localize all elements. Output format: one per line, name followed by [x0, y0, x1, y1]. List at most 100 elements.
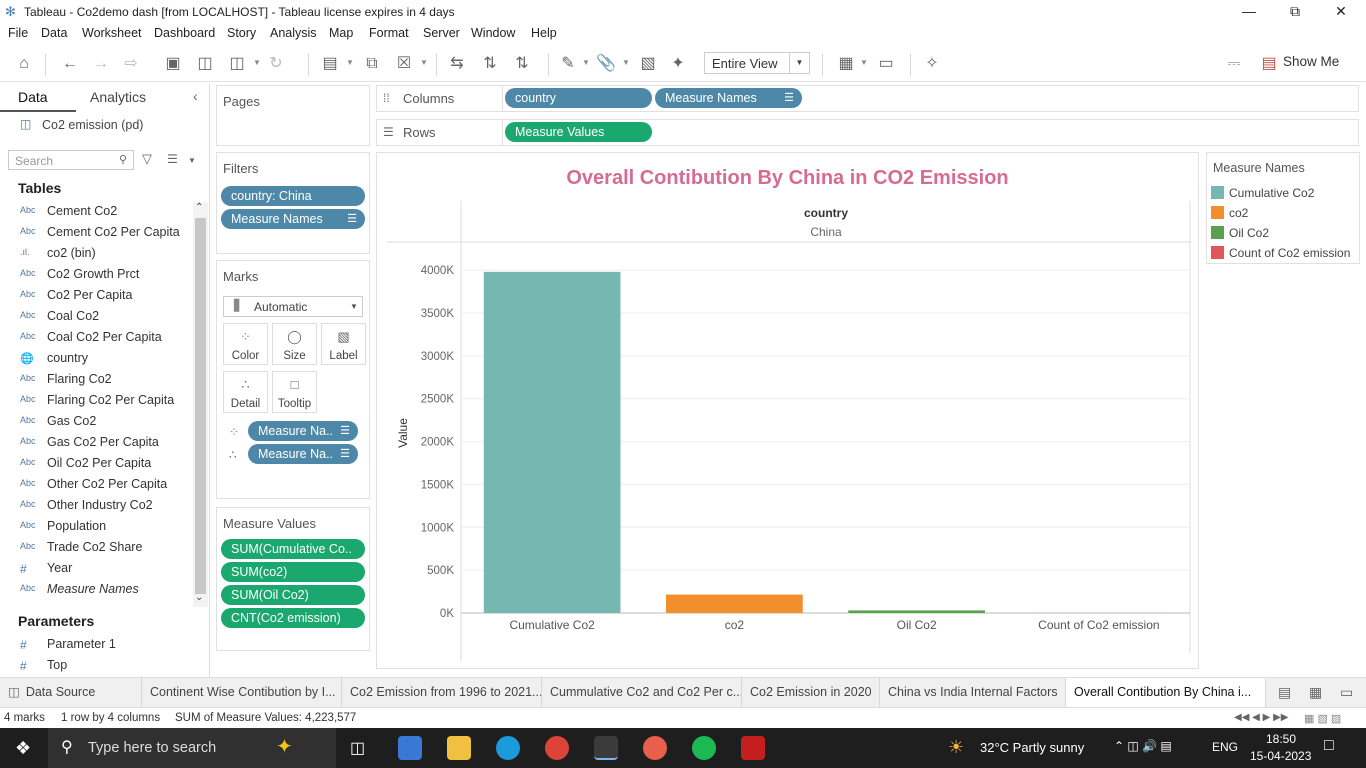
duplicate-sheet-icon[interactable]: ⧉	[362, 54, 382, 74]
presentation-icon[interactable]: ▭	[876, 54, 896, 74]
legend-item[interactable]: Cumulative Co2	[1211, 185, 1361, 203]
view-mode-select[interactable]: Entire View ▼	[704, 52, 810, 74]
mark-type-select[interactable]: ▋ Automatic ▼	[223, 296, 363, 317]
field-item[interactable]: Abc Other Industry Co2	[0, 495, 193, 516]
parameter-item[interactable]: # Top	[0, 655, 193, 676]
close-button[interactable]: ✕	[1318, 0, 1364, 24]
collapse-pane-icon[interactable]: ‹	[193, 88, 198, 104]
new-sheet-icon[interactable]: ▤	[320, 54, 340, 74]
legend-item[interactable]: Oil Co2	[1211, 225, 1361, 243]
field-item[interactable]: Abc Co2 Growth Prct	[0, 264, 193, 285]
show-me-button[interactable]: Show Me	[1283, 54, 1339, 69]
field-item[interactable]: Abc Flaring Co2 Per Capita	[0, 390, 193, 411]
columns-pill-measure-names[interactable]: Measure Names ☰	[655, 88, 802, 108]
new-dashboard-icon[interactable]: ▦	[1309, 684, 1322, 701]
sheet-tab-active[interactable]: Overall Contibution By China i...	[1066, 678, 1266, 708]
rows-pill-measure-values[interactable]: Measure Values	[505, 122, 652, 142]
field-item[interactable]: Abc Measure Names	[0, 579, 193, 600]
field-item[interactable]: Abc Trade Co2 Share	[0, 537, 193, 558]
share-icon[interactable]: ✧	[922, 54, 942, 74]
file-explorer-icon[interactable]	[447, 736, 471, 760]
pin-icon[interactable]: ✦	[668, 54, 688, 74]
detail-button[interactable]: ∴ Detail	[223, 371, 268, 413]
search-box[interactable]: Search ⚲	[8, 150, 134, 170]
menu-server[interactable]: Server	[423, 26, 460, 40]
size-button[interactable]: ◯ Size	[272, 323, 317, 365]
field-item[interactable]: Abc Oil Co2 Per Capita	[0, 453, 193, 474]
sheet-tab[interactable]: Co2 Emission in 2020	[742, 678, 880, 708]
swap-icon[interactable]: ⇆	[447, 54, 467, 74]
bar-0[interactable]	[483, 271, 621, 613]
field-item[interactable]: Abc Coal Co2 Per Capita	[0, 327, 193, 348]
columns-pill-country[interactable]: country	[505, 88, 652, 108]
tableau-taskbar-icon[interactable]	[594, 736, 618, 760]
labels-icon[interactable]: ▧	[638, 54, 658, 74]
pages-shelf[interactable]: Pages	[216, 85, 370, 146]
menu-data[interactable]: Data	[41, 26, 67, 40]
clock-time[interactable]: 18:50	[1266, 732, 1296, 746]
menu-analysis[interactable]: Analysis	[270, 26, 317, 40]
menu-file[interactable]: File	[8, 26, 28, 40]
windows-start-icon[interactable]: ❖	[15, 738, 31, 759]
replay-icon[interactable]: ⇨	[121, 54, 141, 74]
field-item[interactable]: # Year	[0, 558, 193, 579]
tooltip-button[interactable]: □ Tooltip	[272, 371, 317, 413]
show-me-icon[interactable]: ▤	[1259, 54, 1279, 74]
measure-value-pill[interactable]: SUM(co2)	[221, 562, 365, 582]
app-icon[interactable]	[643, 736, 667, 760]
menu-worksheet[interactable]: Worksheet	[82, 26, 142, 40]
field-item[interactable]: Abc Coal Co2	[0, 306, 193, 327]
weather-text[interactable]: 32°C Partly sunny	[980, 740, 1084, 755]
spotify-icon[interactable]	[692, 736, 716, 760]
group-icon[interactable]: 📎	[596, 54, 616, 74]
field-item[interactable]: Abc Flaring Co2	[0, 369, 193, 390]
bar-2[interactable]	[848, 610, 985, 613]
field-item[interactable]: Abc Other Co2 Per Capita	[0, 474, 193, 495]
pause-updates-icon[interactable]: ◫	[227, 54, 247, 74]
taskbar-search[interactable]: ⚲ Type here to search ✦	[48, 728, 336, 768]
notification-icon[interactable]: □	[1324, 737, 1334, 755]
clock-date[interactable]: 15-04-2023	[1250, 749, 1311, 763]
menu-story[interactable]: Story	[227, 26, 256, 40]
sheet-tab[interactable]: Co2 Emission from 1996 to 2021...	[342, 678, 542, 708]
scrollbar[interactable]: ⌃ ⌄	[193, 202, 208, 607]
filter-pill-measure-names[interactable]: Measure Names ☰	[221, 209, 365, 229]
edge-icon[interactable]	[496, 736, 520, 760]
measure-value-pill[interactable]: SUM(Cumulative Co..	[221, 539, 365, 559]
legend-item[interactable]: Count of Co2 emission	[1211, 245, 1361, 263]
language-indicator[interactable]: ENG	[1212, 740, 1238, 754]
tab-analytics[interactable]: Analytics	[90, 89, 146, 105]
redo-icon[interactable]: →	[91, 54, 111, 74]
store-icon[interactable]	[398, 736, 422, 760]
bar-1[interactable]	[666, 594, 803, 613]
new-worksheet-icon[interactable]: ▤	[1278, 684, 1291, 701]
menu-dashboard[interactable]: Dashboard	[154, 26, 215, 40]
sheet-tab[interactable]: Cummulative Co2 and Co2 Per c...	[542, 678, 742, 708]
view-options-icon[interactable]: ☰	[167, 152, 178, 166]
filter-icon[interactable]: ▽	[142, 151, 152, 167]
parameter-item[interactable]: # Parameter 1	[0, 634, 193, 655]
measure-value-pill[interactable]: SUM(Oil Co2)	[221, 585, 365, 605]
menu-format[interactable]: Format	[369, 26, 409, 40]
first-sheet-icon[interactable]: ◀◀ ◀ ▶ ▶▶	[1234, 712, 1288, 723]
restore-button[interactable]: ⧉	[1272, 0, 1318, 24]
field-item[interactable]: Abc Population	[0, 516, 193, 537]
tab-data[interactable]: Data	[18, 89, 48, 105]
marks-pill-color[interactable]: Measure Na.. ☰	[248, 421, 358, 441]
marks-pill-detail[interactable]: Measure Na.. ☰	[248, 444, 358, 464]
format-icon[interactable]: ⎓	[1224, 54, 1244, 74]
field-item[interactable]: .ıl. co2 (bin)	[0, 243, 193, 264]
new-datasource-icon[interactable]: ◫	[195, 54, 215, 74]
color-button[interactable]: ⁘ Color	[223, 323, 268, 365]
acrobat-icon[interactable]	[741, 736, 765, 760]
filters-shelf[interactable]: Filters country: China Measure Names ☰	[216, 152, 370, 254]
sort-ascending-icon[interactable]: ⇅	[480, 54, 500, 74]
tray-icons[interactable]: ⌃ ◫ 🔊 ▤	[1114, 739, 1172, 753]
chrome-icon[interactable]	[545, 736, 569, 760]
columns-shelf[interactable]: ⁞⁞ Columns country Measure Names ☰	[376, 85, 1359, 112]
refresh-icon[interactable]: ↻	[266, 54, 286, 74]
clear-sheet-icon[interactable]: ☒	[394, 54, 414, 74]
undo-icon[interactable]: ←	[60, 54, 80, 74]
color-legend[interactable]: Measure Names Cumulative Co2 co2 Oil Co2…	[1206, 152, 1360, 264]
tab-data-source[interactable]: ◫ Data Source	[0, 678, 142, 708]
